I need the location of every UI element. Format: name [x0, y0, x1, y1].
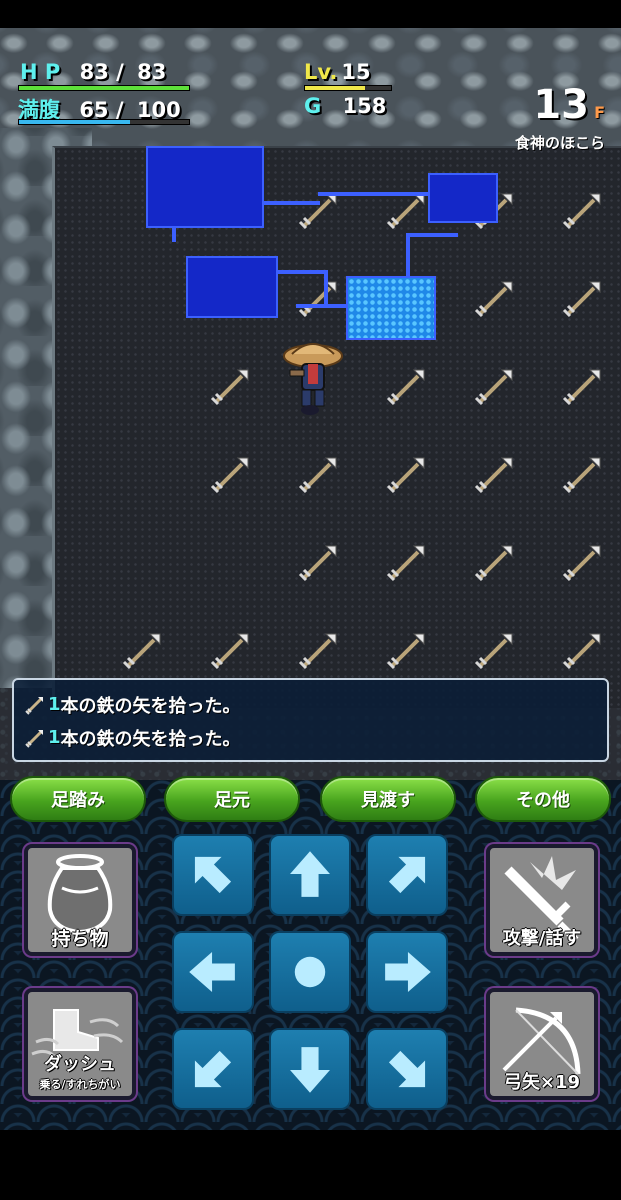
iron-arrow-item [474, 545, 513, 582]
message-line: 1 本の鉄の矢を拾った。 [24, 688, 597, 721]
hp-current: 83 [79, 60, 109, 84]
floor-number: 13 [533, 82, 589, 128]
bow-button[interactable]: 弓矢×19 [486, 988, 598, 1100]
dungeon-view[interactable]: H P 83 / 83 満腹 65 / 100 Lv. 15 G 158 13 F… [0, 28, 621, 780]
exp-bar-fill [305, 86, 366, 90]
stomp-button[interactable]: 足踏み [10, 776, 146, 822]
minimap-room [428, 173, 498, 223]
dash-button[interactable]: ダッシュ 乗る/すれちがい [24, 988, 136, 1100]
iron-arrow-item [298, 633, 337, 670]
hunger-bar [18, 119, 190, 125]
dpad-up-right[interactable] [366, 834, 448, 916]
dungeon-name: 食神のほこら [514, 134, 605, 152]
iron-arrow-item [298, 281, 337, 318]
iron-arrow-item [210, 457, 249, 494]
message-text: 本の鉄の矢を拾った。 [60, 695, 241, 717]
minimap-path [406, 233, 410, 277]
iron-arrow-item [474, 281, 513, 318]
minimap-room [146, 146, 264, 228]
iron-arrow-icon [25, 696, 43, 715]
hp-max: 83 [137, 60, 167, 84]
iron-arrow-item [298, 545, 337, 582]
minimap-path [264, 201, 320, 205]
minimap-room [346, 276, 436, 340]
arrow-down-icon [290, 1047, 330, 1093]
arrow-left-icon [189, 952, 235, 992]
arrow-up-left-icon [194, 856, 232, 894]
dpad-right[interactable] [366, 931, 448, 1013]
dpad-center[interactable] [269, 931, 351, 1013]
iron-arrow-item [210, 369, 249, 406]
minimap-path [318, 192, 428, 196]
dpad-down[interactable] [269, 1028, 351, 1110]
minimap-path [296, 304, 346, 308]
circle-icon [294, 956, 326, 988]
dpad-left[interactable] [172, 931, 254, 1013]
iron-arrow-icon [25, 729, 43, 748]
arrow-down-left-icon [194, 1050, 232, 1088]
message-line: 1 本の鉄の矢を拾った。 [24, 721, 597, 754]
hp-separator: / [116, 60, 124, 84]
look-around-button[interactable]: 見渡す [320, 776, 456, 822]
attack-talk-label: 攻撃/話す [502, 928, 582, 949]
message-count: 1 [48, 727, 61, 748]
iron-arrow-item [210, 633, 249, 670]
iron-arrow-item [562, 457, 601, 494]
hunger-bar-fill [19, 120, 130, 124]
exp-bar [304, 85, 392, 91]
iron-arrow-item [562, 545, 601, 582]
iron-arrow-item [122, 633, 161, 670]
bow-label: 弓矢×19 [503, 1072, 581, 1093]
nav-bar-bottom [0, 1130, 621, 1200]
gold-value: 158 [342, 94, 387, 118]
level-label: Lv. [304, 60, 338, 84]
iron-arrow-item [562, 193, 601, 230]
message-count: 1 [48, 694, 61, 715]
message-text: 本の鉄の矢を拾った。 [60, 728, 241, 750]
status-bar-top [0, 0, 621, 28]
dpad-down-left[interactable] [172, 1028, 254, 1110]
underfoot-button[interactable]: 足元 [164, 776, 300, 822]
hp-readout: H P 83 / 83 [20, 60, 166, 84]
level-readout: Lv. 15 [304, 60, 371, 84]
iron-arrow-item [386, 545, 425, 582]
minimap-path [324, 270, 328, 304]
iron-arrow-item [562, 633, 601, 670]
dpad-down-right[interactable] [366, 1028, 448, 1110]
floor-suffix: F [594, 103, 605, 122]
hp-bar [18, 85, 190, 91]
arrow-up-right-icon [388, 856, 426, 894]
dash-label: ダッシュ [44, 1054, 116, 1075]
iron-arrow-item [474, 633, 513, 670]
iron-arrow-item [474, 457, 513, 494]
minimap-path [172, 228, 176, 242]
minimap-path [278, 270, 326, 274]
dpad-up-left[interactable] [172, 834, 254, 916]
iron-arrow-item [386, 457, 425, 494]
minimap-path [406, 233, 458, 237]
hp-bar-fill [19, 86, 189, 90]
hp-label: H P [20, 60, 61, 84]
dash-sublabel: 乗る/すれちがい [39, 1078, 121, 1091]
attack-talk-button[interactable]: 攻撃/話す [486, 844, 598, 956]
dpad-up[interactable] [269, 834, 351, 916]
inventory-label: 持ち物 [51, 928, 109, 950]
iron-arrow-item [562, 369, 601, 406]
message-log: 1 本の鉄の矢を拾った。 1 本の鉄の矢を拾った。 [12, 678, 609, 762]
gold-readout: G 158 [304, 94, 386, 118]
inventory-button[interactable]: 持ち物 [24, 844, 136, 956]
iron-arrow-item [474, 369, 513, 406]
iron-arrow-item [386, 633, 425, 670]
level-value: 15 [341, 60, 371, 84]
arrow-right-icon [385, 952, 431, 992]
arrow-down-right-icon [388, 1050, 426, 1088]
minimap-room [186, 256, 278, 318]
iron-arrow-item [298, 457, 337, 494]
iron-arrow-item [386, 369, 425, 406]
player-character [283, 343, 343, 415]
arrow-up-icon [290, 851, 330, 897]
iron-arrow-item [562, 281, 601, 318]
gold-label: G [304, 94, 322, 118]
other-button[interactable]: その他 [475, 776, 611, 822]
